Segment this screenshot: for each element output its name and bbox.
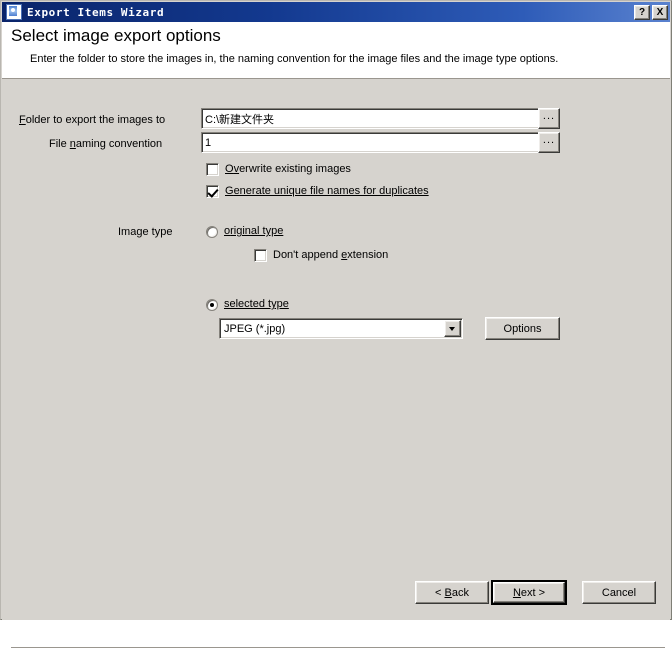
radio-circle [206,226,218,238]
next-button[interactable]: Next > [491,580,567,605]
next-accel: N [512,586,521,599]
next-button-inner: Next > [493,582,565,603]
cancel-button-label: Cancel [601,586,637,599]
original-label-text: riginal type [230,225,284,237]
naming-label: File naming convention [49,138,162,150]
selected-label-text: elected type [229,298,289,310]
extension-label-post: xtension [347,249,389,261]
folder-label-accel: F [19,114,26,126]
window-title: Export Items Wizard [27,5,165,19]
back-label-pre: < [435,586,445,599]
back-button[interactable]: < Back [415,581,489,604]
original-type-label: original type [224,225,283,238]
generate-unique-names-checkbox[interactable]: Generate unique file names for duplicate… [206,185,429,198]
extension-label-pre: Don't append [273,249,342,261]
naming-convention-input[interactable] [201,132,544,153]
image-type-label: Image type [118,226,172,238]
checkbox-box [206,163,219,176]
naming-label-text: aming convention [75,138,163,150]
image-format-value: JPEG (*.jpg) [224,322,286,335]
radio-circle [206,299,218,311]
naming-label-pre: File [49,138,70,150]
dont-append-extension-label: Don't append extension [273,249,388,262]
image-type-label-post: e type [142,226,173,238]
page-title: Select image export options [11,26,221,45]
back-label-post: ack [451,586,469,599]
original-type-radio[interactable]: original type [206,225,283,238]
options-button-label: Options [503,322,542,335]
next-button-label: Next > [513,587,545,599]
wizard-icon [6,4,22,20]
dont-append-extension-checkbox[interactable]: Don't append extension [254,249,388,262]
naming-browse-label: ... [542,133,556,146]
next-label-post: ext > [520,586,546,599]
folder-label: Folder to export the images to [19,114,165,126]
export-items-wizard-window: Export Items Wizard ? X Select image exp… [0,0,672,649]
folder-browse-label: ... [542,109,556,122]
cancel-button[interactable]: Cancel [582,581,656,604]
selected-type-label: selected type [224,298,289,311]
back-button-label: < Back [435,587,469,599]
overwrite-accel-o: O [225,163,234,175]
overwrite-existing-images-label: Overwrite existing images [225,163,351,176]
wizard-body: Folder to export the images to ... File … [2,80,670,649]
image-type-label-pre: Ima [118,226,137,238]
generate-unique-names-label: Generate unique file names for duplicate… [225,185,429,198]
checkbox-box [254,249,267,262]
checkbox-box [206,185,219,198]
help-button[interactable]: ? [634,4,650,20]
overwrite-existing-images-checkbox[interactable]: Overwrite existing images [206,163,351,176]
wizard-header: Select image export options Enter the fo… [2,22,670,79]
folder-input[interactable] [201,108,544,129]
folder-browse-button[interactable]: ... [538,108,560,129]
overwrite-label-text: erwrite existing images [239,163,351,175]
chevron-down-icon[interactable] [444,320,461,337]
back-accel: B [444,586,452,599]
generate-label-text: enerate unique file names for duplicates [233,185,429,197]
options-button[interactable]: Options [485,317,560,340]
page-subtitle: Enter the folder to store the images in,… [30,53,559,65]
image-format-combobox[interactable]: JPEG (*.jpg) [219,318,463,339]
close-button[interactable]: X [652,4,668,20]
naming-browse-button[interactable]: ... [538,132,560,153]
title-bar[interactable]: Export Items Wizard ? X [2,2,670,22]
folder-label-text: older to export the images to [25,114,166,126]
selected-type-radio[interactable]: selected type [206,298,289,311]
generate-accel: G [225,185,234,197]
